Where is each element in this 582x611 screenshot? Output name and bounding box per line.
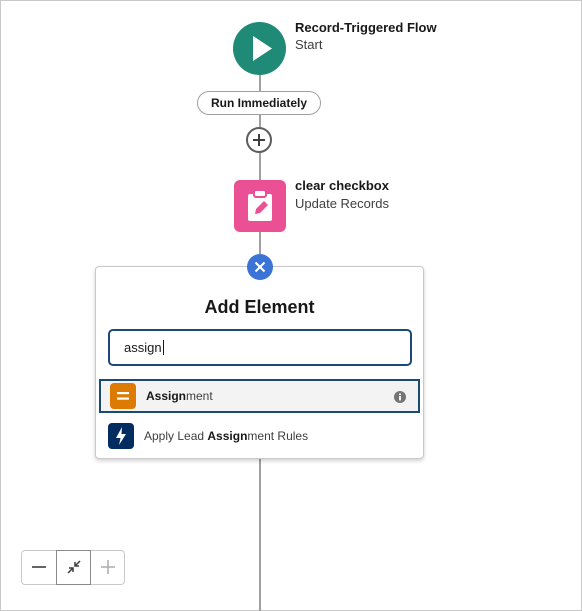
run-immediately-pill[interactable]: Run Immediately	[197, 91, 321, 115]
search-input-value: assign	[124, 340, 164, 355]
assignment-icon	[110, 383, 136, 409]
plus-icon	[253, 134, 265, 146]
close-popover-button[interactable]	[247, 254, 273, 280]
connector-line	[259, 459, 261, 611]
update-records-node[interactable]	[234, 180, 286, 232]
connector-line	[259, 115, 261, 127]
minus-icon	[32, 566, 46, 568]
text-caret	[162, 340, 164, 355]
zoom-out-button[interactable]	[22, 551, 56, 584]
start-node[interactable]	[233, 22, 286, 75]
fit-to-view-button[interactable]	[56, 550, 91, 585]
start-node-subtitle: Start	[295, 37, 323, 52]
element-search-input[interactable]: assign	[108, 329, 412, 366]
update-node-title: clear checkbox	[295, 178, 389, 193]
collapse-arrows-icon	[67, 560, 81, 574]
plus-icon	[101, 560, 115, 574]
close-icon	[254, 261, 266, 273]
result-item-assignment[interactable]: Assignment	[99, 379, 420, 413]
result-label: Assignment	[146, 389, 213, 403]
info-icon[interactable]	[394, 391, 406, 403]
update-node-subtitle: Update Records	[295, 196, 389, 211]
connector-line	[259, 75, 261, 91]
result-item-apply-lead-assignment-rules[interactable]: Apply Lead Assignment Rules	[99, 419, 420, 453]
add-element-button[interactable]	[246, 127, 272, 153]
popover-title: Add Element	[204, 297, 315, 317]
zoom-in-button[interactable]	[91, 551, 125, 584]
play-icon	[253, 36, 272, 61]
lightning-icon	[108, 423, 134, 449]
add-element-popover: Add Element assign Assignment Apply Lead…	[95, 266, 424, 459]
connector-line	[259, 153, 261, 180]
start-node-title: Record-Triggered Flow	[295, 20, 437, 35]
clipboard-edit-icon	[248, 190, 272, 221]
result-label: Apply Lead Assignment Rules	[144, 429, 309, 443]
zoom-controls	[21, 550, 125, 585]
connector-line	[259, 232, 261, 254]
